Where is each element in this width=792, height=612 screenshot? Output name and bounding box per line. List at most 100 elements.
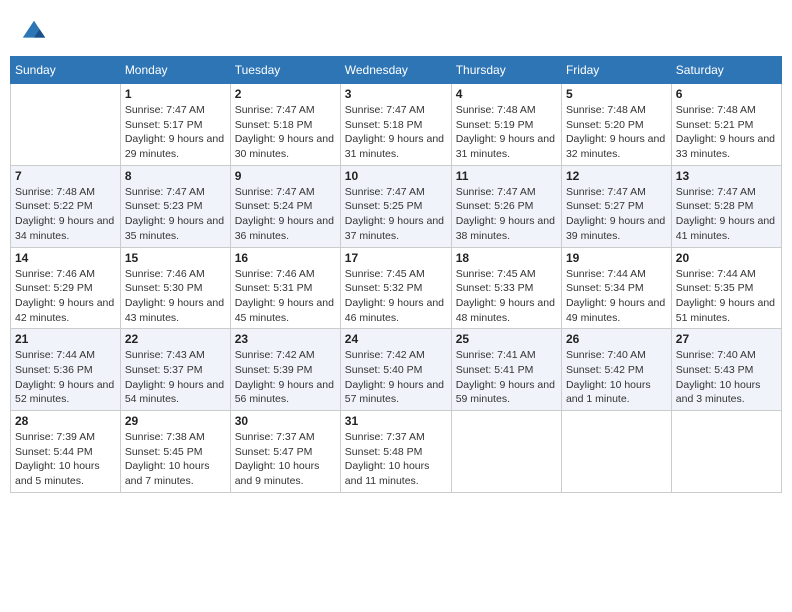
- calendar-cell: 22 Sunrise: 7:43 AMSunset: 5:37 PMDayligh…: [120, 329, 230, 411]
- calendar-cell: 13 Sunrise: 7:47 AMSunset: 5:28 PMDayligh…: [671, 165, 781, 247]
- logo-icon: [20, 18, 48, 46]
- calendar-body: 1 Sunrise: 7:47 AMSunset: 5:17 PMDaylight…: [11, 84, 782, 493]
- day-number: 23: [235, 332, 336, 346]
- day-number: 21: [15, 332, 116, 346]
- calendar-header-thursday: Thursday: [451, 57, 561, 84]
- day-info: Sunrise: 7:44 AMSunset: 5:35 PMDaylight:…: [676, 267, 777, 326]
- day-number: 9: [235, 169, 336, 183]
- day-number: 1: [125, 87, 226, 101]
- day-info: Sunrise: 7:47 AMSunset: 5:18 PMDaylight:…: [345, 103, 447, 162]
- calendar-week-row: 28 Sunrise: 7:39 AMSunset: 5:44 PMDayligh…: [11, 411, 782, 493]
- day-info: Sunrise: 7:48 AMSunset: 5:19 PMDaylight:…: [456, 103, 557, 162]
- day-info: Sunrise: 7:44 AMSunset: 5:36 PMDaylight:…: [15, 348, 116, 407]
- calendar-header-monday: Monday: [120, 57, 230, 84]
- day-number: 31: [345, 414, 447, 428]
- day-number: 17: [345, 251, 447, 265]
- day-number: 14: [15, 251, 116, 265]
- calendar-week-row: 1 Sunrise: 7:47 AMSunset: 5:17 PMDaylight…: [11, 84, 782, 166]
- day-number: 2: [235, 87, 336, 101]
- day-info: Sunrise: 7:47 AMSunset: 5:24 PMDaylight:…: [235, 185, 336, 244]
- day-info: Sunrise: 7:41 AMSunset: 5:41 PMDaylight:…: [456, 348, 557, 407]
- day-number: 6: [676, 87, 777, 101]
- calendar-cell: 7Sunrise: 7:48 AMSunset: 5:22 PMDaylight…: [11, 165, 121, 247]
- day-number: 24: [345, 332, 447, 346]
- day-info: Sunrise: 7:42 AMSunset: 5:39 PMDaylight:…: [235, 348, 336, 407]
- calendar-cell: 27 Sunrise: 7:40 AMSunset: 5:43 PMDayligh…: [671, 329, 781, 411]
- day-number: 12: [566, 169, 667, 183]
- calendar-cell: 28 Sunrise: 7:39 AMSunset: 5:44 PMDayligh…: [11, 411, 121, 493]
- calendar-cell: 8 Sunrise: 7:47 AMSunset: 5:23 PMDaylight…: [120, 165, 230, 247]
- day-info: Sunrise: 7:47 AMSunset: 5:27 PMDaylight:…: [566, 185, 667, 244]
- day-info: Sunrise: 7:47 AMSunset: 5:26 PMDaylight:…: [456, 185, 557, 244]
- day-number: 19: [566, 251, 667, 265]
- day-number: 10: [345, 169, 447, 183]
- calendar-header-saturday: Saturday: [671, 57, 781, 84]
- calendar-header-friday: Friday: [561, 57, 671, 84]
- day-info: Sunrise: 7:37 AMSunset: 5:47 PMDaylight:…: [235, 430, 336, 489]
- day-number: 28: [15, 414, 116, 428]
- day-info: Sunrise: 7:39 AMSunset: 5:44 PMDaylight:…: [15, 430, 116, 489]
- calendar-header-tuesday: Tuesday: [230, 57, 340, 84]
- calendar-cell: [671, 411, 781, 493]
- day-number: 20: [676, 251, 777, 265]
- calendar-cell: 23 Sunrise: 7:42 AMSunset: 5:39 PMDayligh…: [230, 329, 340, 411]
- day-number: 4: [456, 87, 557, 101]
- day-number: 15: [125, 251, 226, 265]
- day-number: 7: [15, 169, 116, 183]
- calendar-cell: 19 Sunrise: 7:44 AMSunset: 5:34 PMDayligh…: [561, 247, 671, 329]
- calendar-cell: 9 Sunrise: 7:47 AMSunset: 5:24 PMDaylight…: [230, 165, 340, 247]
- calendar-cell: 24Sunrise: 7:42 AMSunset: 5:40 PMDayligh…: [340, 329, 451, 411]
- day-info: Sunrise: 7:38 AMSunset: 5:45 PMDaylight:…: [125, 430, 226, 489]
- day-info: Sunrise: 7:47 AMSunset: 5:17 PMDaylight:…: [125, 103, 226, 162]
- day-info: Sunrise: 7:43 AMSunset: 5:37 PMDaylight:…: [125, 348, 226, 407]
- calendar-cell: 1 Sunrise: 7:47 AMSunset: 5:17 PMDaylight…: [120, 84, 230, 166]
- day-info: Sunrise: 7:45 AMSunset: 5:32 PMDaylight:…: [345, 267, 447, 326]
- day-number: 29: [125, 414, 226, 428]
- day-info: Sunrise: 7:40 AMSunset: 5:43 PMDaylight:…: [676, 348, 777, 407]
- page-header: [10, 10, 782, 50]
- day-info: Sunrise: 7:46 AMSunset: 5:31 PMDaylight:…: [235, 267, 336, 326]
- calendar-cell: 20 Sunrise: 7:44 AMSunset: 5:35 PMDayligh…: [671, 247, 781, 329]
- day-number: 8: [125, 169, 226, 183]
- day-number: 18: [456, 251, 557, 265]
- calendar-cell: 29 Sunrise: 7:38 AMSunset: 5:45 PMDayligh…: [120, 411, 230, 493]
- calendar-cell: 2 Sunrise: 7:47 AMSunset: 5:18 PMDaylight…: [230, 84, 340, 166]
- calendar-cell: 25Sunrise: 7:41 AMSunset: 5:41 PMDayligh…: [451, 329, 561, 411]
- day-info: Sunrise: 7:37 AMSunset: 5:48 PMDaylight:…: [345, 430, 447, 489]
- day-number: 16: [235, 251, 336, 265]
- day-info: Sunrise: 7:40 AMSunset: 5:42 PMDaylight:…: [566, 348, 667, 407]
- calendar-cell: 12 Sunrise: 7:47 AMSunset: 5:27 PMDayligh…: [561, 165, 671, 247]
- calendar-week-row: 21 Sunrise: 7:44 AMSunset: 5:36 PMDayligh…: [11, 329, 782, 411]
- calendar-header-wednesday: Wednesday: [340, 57, 451, 84]
- calendar-cell: [561, 411, 671, 493]
- day-number: 5: [566, 87, 667, 101]
- calendar-cell: [11, 84, 121, 166]
- day-number: 30: [235, 414, 336, 428]
- day-number: 13: [676, 169, 777, 183]
- calendar-cell: 5 Sunrise: 7:48 AMSunset: 5:20 PMDaylight…: [561, 84, 671, 166]
- day-info: Sunrise: 7:46 AMSunset: 5:29 PMDaylight:…: [15, 267, 116, 326]
- calendar-cell: 31 Sunrise: 7:37 AMSunset: 5:48 PMDayligh…: [340, 411, 451, 493]
- calendar-cell: 17 Sunrise: 7:45 AMSunset: 5:32 PMDayligh…: [340, 247, 451, 329]
- calendar-cell: 21 Sunrise: 7:44 AMSunset: 5:36 PMDayligh…: [11, 329, 121, 411]
- day-number: 22: [125, 332, 226, 346]
- calendar-cell: 11Sunrise: 7:47 AMSunset: 5:26 PMDayligh…: [451, 165, 561, 247]
- calendar-cell: 16 Sunrise: 7:46 AMSunset: 5:31 PMDayligh…: [230, 247, 340, 329]
- day-number: 3: [345, 87, 447, 101]
- calendar-table: SundayMondayTuesdayWednesdayThursdayFrid…: [10, 56, 782, 493]
- calendar-week-row: 7Sunrise: 7:48 AMSunset: 5:22 PMDaylight…: [11, 165, 782, 247]
- day-info: Sunrise: 7:48 AMSunset: 5:21 PMDaylight:…: [676, 103, 777, 162]
- day-info: Sunrise: 7:47 AMSunset: 5:25 PMDaylight:…: [345, 185, 447, 244]
- day-info: Sunrise: 7:45 AMSunset: 5:33 PMDaylight:…: [456, 267, 557, 326]
- calendar-cell: 18 Sunrise: 7:45 AMSunset: 5:33 PMDayligh…: [451, 247, 561, 329]
- logo: [20, 18, 52, 46]
- day-info: Sunrise: 7:47 AMSunset: 5:23 PMDaylight:…: [125, 185, 226, 244]
- calendar-week-row: 14 Sunrise: 7:46 AMSunset: 5:29 PMDayligh…: [11, 247, 782, 329]
- calendar-cell: 30 Sunrise: 7:37 AMSunset: 5:47 PMDayligh…: [230, 411, 340, 493]
- day-info: Sunrise: 7:48 AMSunset: 5:20 PMDaylight:…: [566, 103, 667, 162]
- day-info: Sunrise: 7:47 AMSunset: 5:18 PMDaylight:…: [235, 103, 336, 162]
- calendar-header-row: SundayMondayTuesdayWednesdayThursdayFrid…: [11, 57, 782, 84]
- day-info: Sunrise: 7:44 AMSunset: 5:34 PMDaylight:…: [566, 267, 667, 326]
- day-info: Sunrise: 7:47 AMSunset: 5:28 PMDaylight:…: [676, 185, 777, 244]
- day-number: 27: [676, 332, 777, 346]
